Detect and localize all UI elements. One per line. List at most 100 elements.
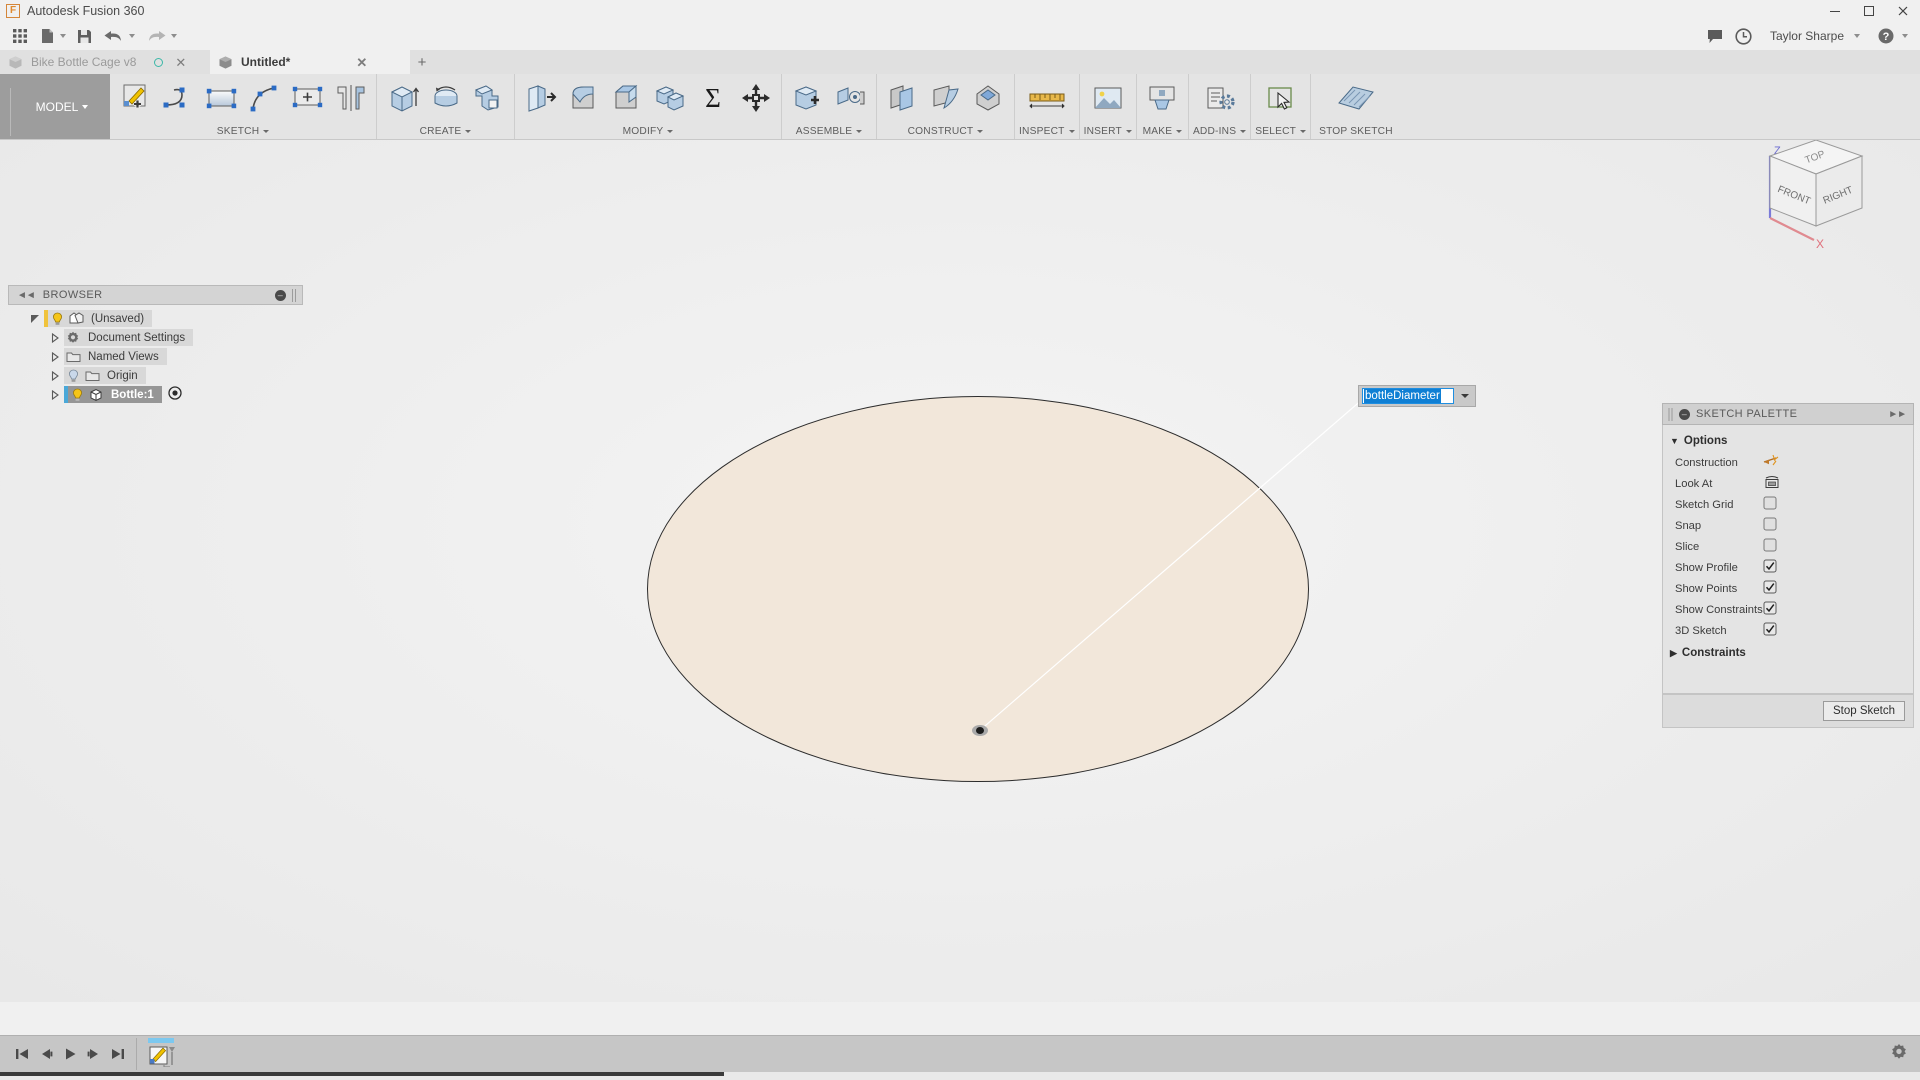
step-forward-button[interactable]	[82, 1040, 106, 1068]
play-button[interactable]	[58, 1040, 82, 1068]
palette-row-look-at[interactable]: Look At	[1663, 473, 1913, 494]
construction-icon[interactable]	[1763, 453, 1781, 472]
section-header-options[interactable]: ▼ Options	[1663, 430, 1913, 452]
tree-row-chip[interactable]: Named Views	[64, 348, 167, 365]
go-to-beginning-button[interactable]	[10, 1040, 34, 1068]
expander-right-icon[interactable]	[46, 389, 64, 400]
stop-sketch-ribbon-button[interactable]	[1329, 75, 1383, 121]
minimize-icon[interactable]	[1818, 0, 1852, 22]
design-canvas[interactable]: bottleDiameter Z X TOP FRONT RIGHT ◄◄ BR…	[0, 140, 1920, 1002]
browser-minimize-icon[interactable]: –	[275, 289, 286, 301]
job-status-button[interactable]	[1731, 24, 1756, 48]
show-points-checkbox[interactable]	[1763, 580, 1777, 597]
workspace-selector[interactable]: MODEL	[0, 74, 110, 139]
rectangle-button[interactable]	[200, 75, 243, 121]
panel-grip-icon[interactable]	[1668, 407, 1674, 421]
user-name-label[interactable]: Taylor Sharpe	[1770, 29, 1844, 43]
ribbon-panel-label-construct[interactable]: CONSTRUCT	[908, 123, 984, 139]
view-cube[interactable]: Z X TOP FRONT RIGHT	[1730, 140, 1890, 252]
palette-row-show-profile[interactable]: Show Profile	[1663, 557, 1913, 578]
ribbon-panel-label-make[interactable]: MAKE	[1143, 123, 1183, 139]
plane-at-angle-button[interactable]	[924, 75, 967, 121]
line-button[interactable]	[157, 75, 200, 121]
panel-grip-icon[interactable]	[292, 288, 298, 302]
document-tab-bike-bottle-cage[interactable]: Bike Bottle Cage v8 ✕	[0, 50, 210, 74]
palette-row-snap[interactable]: Snap	[1663, 515, 1913, 536]
dimension-text-field[interactable]: bottleDiameter	[1362, 388, 1454, 404]
tree-row-chip[interactable]: Origin	[64, 367, 146, 384]
ribbon-panel-label-select[interactable]: SELECT	[1255, 123, 1307, 139]
ribbon-panel-label-create[interactable]: CREATE	[420, 123, 472, 139]
chevron-down-icon[interactable]	[1902, 34, 1908, 38]
combine-button[interactable]	[648, 75, 691, 121]
tree-row-chip[interactable]: Document Settings	[64, 329, 194, 346]
palette-row-slice[interactable]: Slice	[1663, 536, 1913, 557]
tree-row-unsaved[interactable]: (Unsaved)	[8, 309, 303, 328]
sketch-center-point[interactable]	[972, 725, 988, 736]
lightbulb-icon[interactable]	[68, 388, 86, 402]
palette-row-show-points[interactable]: Show Points	[1663, 578, 1913, 599]
stop-sketch-button[interactable]: Stop Sketch	[1822, 701, 1905, 721]
tree-row-chip[interactable]: (Unsaved)	[44, 310, 153, 327]
look-at-icon[interactable]	[1763, 474, 1781, 493]
chamfer-button[interactable]	[605, 75, 648, 121]
tree-row-chip[interactable]: Bottle:1	[64, 386, 162, 403]
activate-component-icon[interactable]	[168, 386, 182, 403]
maximize-icon[interactable]	[1852, 0, 1886, 22]
expander-right-icon[interactable]	[46, 370, 64, 381]
ribbon-panel-label-stop-sketch[interactable]: STOP SKETCH	[1319, 123, 1393, 139]
chevron-down-icon[interactable]	[1461, 394, 1469, 398]
undo-button[interactable]	[100, 24, 138, 48]
ribbon-panel-label-assemble[interactable]: ASSEMBLE	[796, 123, 863, 139]
tree-row-bottle-1[interactable]: Bottle:1	[8, 385, 303, 404]
ribbon-panel-label-addins[interactable]: ADD-INS	[1193, 123, 1247, 139]
create-sketch-button[interactable]	[114, 75, 157, 121]
palette-row-construction[interactable]: Construction	[1663, 452, 1913, 473]
ribbon-panel-label-inspect[interactable]: INSPECT	[1019, 123, 1075, 139]
timeline-current-marker[interactable]	[148, 1038, 174, 1043]
palette-row-show-constraints[interactable]: Show Constraints	[1663, 599, 1913, 620]
expander-down-icon[interactable]	[26, 314, 44, 324]
arc-button[interactable]	[243, 75, 286, 121]
palette-row-3d-sketch[interactable]: 3D Sketch	[1663, 620, 1913, 641]
select-button[interactable]	[1259, 75, 1302, 121]
palette-row-sketch-grid[interactable]: Sketch Grid	[1663, 494, 1913, 515]
dimension-input[interactable]: bottleDiameter	[1358, 385, 1476, 407]
press-pull-button[interactable]	[519, 75, 562, 121]
scripts-addins-button[interactable]	[1198, 75, 1241, 121]
extrude-button[interactable]	[381, 75, 424, 121]
fillet-button[interactable]	[562, 75, 605, 121]
palette-minimize-icon[interactable]: –	[1679, 408, 1690, 420]
show-profile-checkbox[interactable]	[1763, 559, 1777, 576]
expander-right-icon[interactable]	[46, 351, 64, 362]
tree-row-origin[interactable]: Origin	[8, 366, 303, 385]
section-header-constraints[interactable]: ▶ Constraints	[1663, 641, 1913, 665]
lightbulb-icon[interactable]	[48, 312, 66, 326]
timeline-feature-sketch1[interactable]	[145, 1038, 179, 1070]
ribbon-panel-label-modify[interactable]: MODIFY	[623, 123, 674, 139]
move-copy-button[interactable]	[734, 75, 777, 121]
offset-plane-button[interactable]	[881, 75, 924, 121]
timeline-settings-button[interactable]	[1890, 1043, 1908, 1066]
change-parameters-button[interactable]: Σ	[691, 75, 734, 121]
sketch-dimension-button[interactable]	[286, 75, 329, 121]
tree-row-document-settings[interactable]: Document Settings	[8, 328, 303, 347]
document-tab-untitled[interactable]: Untitled* ✕	[210, 50, 410, 74]
revolve-button[interactable]	[424, 75, 467, 121]
ribbon-panel-label-insert[interactable]: INSERT	[1084, 123, 1132, 139]
lightbulb-icon[interactable]	[64, 369, 82, 383]
collapse-right-icon[interactable]: ►►	[1888, 409, 1907, 420]
chevron-down-icon[interactable]	[1854, 34, 1860, 38]
collapse-left-icon[interactable]: ◄◄	[17, 290, 36, 301]
comments-button[interactable]	[1703, 24, 1727, 48]
joint-button[interactable]	[829, 75, 872, 121]
show-data-panel-button[interactable]	[8, 24, 32, 48]
sketch-grid-checkbox[interactable]	[1763, 496, 1777, 513]
tree-row-named-views[interactable]: Named Views	[8, 347, 303, 366]
tab-close-icon[interactable]: ✕	[356, 56, 367, 69]
measure-button[interactable]	[1025, 75, 1068, 121]
tab-close-icon[interactable]: ✕	[175, 56, 186, 69]
expander-right-icon[interactable]	[46, 332, 64, 343]
go-to-end-button[interactable]	[106, 1040, 130, 1068]
help-button[interactable]: ?	[1874, 24, 1898, 48]
